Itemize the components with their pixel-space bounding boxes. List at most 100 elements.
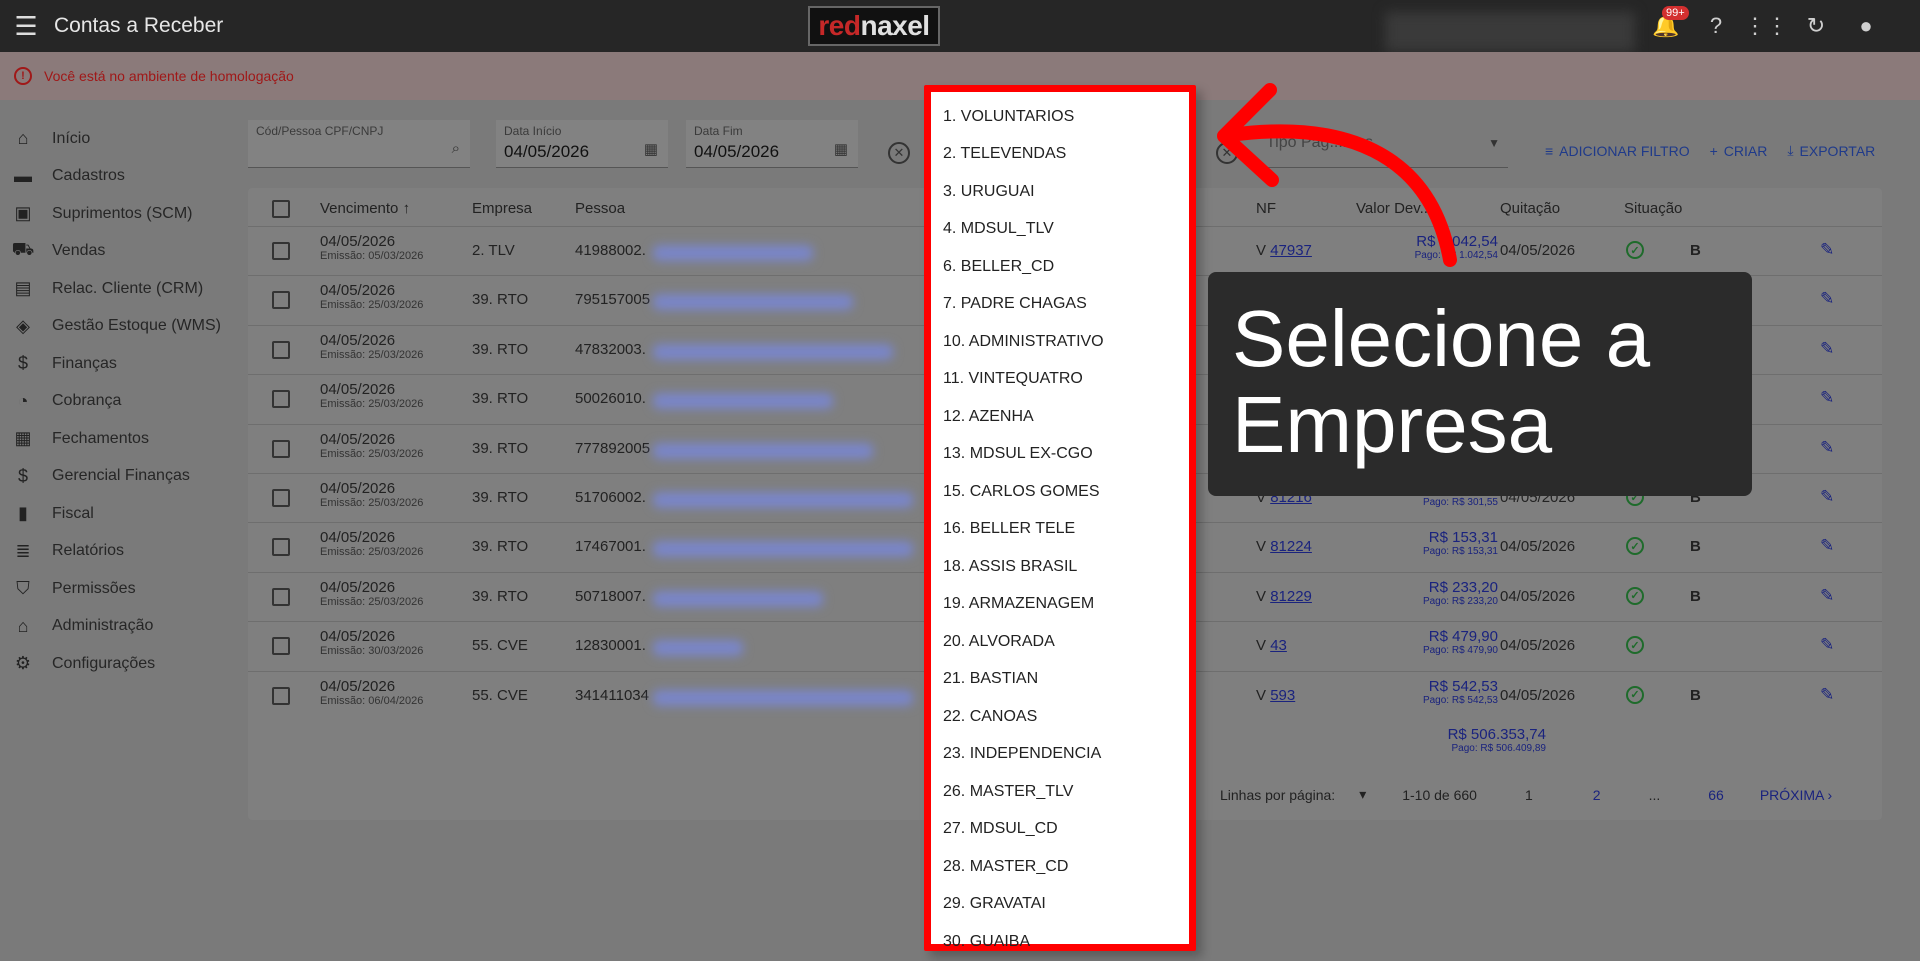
sidebar-item-permissoes[interactable]: ⛉ Permissões — [0, 570, 240, 608]
dropdown-option[interactable]: 10. ADMINISTRATIVO — [931, 323, 1189, 361]
page-1-button[interactable]: 1 — [1525, 787, 1533, 803]
header-empresa[interactable]: Empresa — [472, 200, 532, 217]
sidebar-item-relatorios[interactable]: ≣ Relatórios — [0, 533, 240, 571]
dropdown-option[interactable]: 12. AZENHA — [931, 398, 1189, 436]
row-checkbox[interactable] — [272, 340, 290, 359]
row-checkbox[interactable] — [272, 242, 290, 260]
create-button[interactable]: + CRIAR — [1710, 142, 1768, 159]
sidebar-item-crm[interactable]: ▤ Relac. Cliente (CRM) — [0, 270, 240, 308]
dropdown-option[interactable]: 13. MDSUL EX-CGO — [931, 436, 1189, 474]
edit-icon[interactable]: ✎ — [1820, 289, 1834, 309]
dropdown-option[interactable]: 28. MASTER_CD — [931, 848, 1189, 886]
nf-cell[interactable]: V 81229 — [1256, 588, 1312, 605]
valor-cell: R$ 479,90 Pago: R$ 479,90 — [1422, 628, 1498, 657]
add-filter-button[interactable]: ≡ ADICIONAR FILTRO — [1545, 142, 1690, 159]
dropdown-option[interactable]: 23. INDEPENDENCIA — [931, 736, 1189, 774]
dropdown-option[interactable]: 4. MDSUL_TLV — [931, 211, 1189, 249]
dropdown-option[interactable]: 1. VOLUNTARIOS — [931, 98, 1189, 136]
row-checkbox[interactable] — [272, 439, 290, 458]
hamburger-menu-icon[interactable]: ☰ — [0, 0, 52, 52]
bell-icon[interactable]: 🔔 99+ — [1652, 6, 1689, 40]
sidebar-item-financas[interactable]: $ Finanças — [0, 345, 240, 383]
dropdown-option[interactable]: 27. MDSUL_CD — [931, 811, 1189, 849]
row-checkbox[interactable] — [272, 637, 290, 656]
edit-icon[interactable]: ✎ — [1820, 685, 1834, 705]
next-page-button[interactable]: PRÓXIMA › — [1760, 787, 1832, 803]
edit-icon[interactable]: ✎ — [1820, 586, 1834, 606]
search-icon[interactable]: ⌕ — [452, 140, 460, 157]
header-situacao[interactable]: Situação — [1624, 200, 1682, 217]
sidebar-item-wms[interactable]: ◈ Gestão Estoque (WMS) — [0, 308, 240, 346]
nf-cell[interactable]: V 81224 — [1256, 538, 1312, 555]
nf-link[interactable]: 81224 — [1270, 538, 1312, 555]
sidebar-item-fechamentos[interactable]: ▦ Fechamentos — [0, 420, 240, 458]
dropdown-option[interactable]: 7. PADRE CHAGAS — [931, 286, 1189, 324]
data-inicio-field[interactable]: Data Início 04/05/2026 ▦ — [496, 120, 668, 168]
page-last-button[interactable]: 66 — [1708, 787, 1724, 803]
report-icon: ≣ — [15, 540, 31, 561]
dropdown-option[interactable]: 2. TELEVENDAS — [931, 136, 1189, 174]
alert-icon: ! — [14, 67, 32, 85]
dropdown-option[interactable]: 16. BELLER TELE — [931, 511, 1189, 549]
dropdown-option[interactable]: 20. ALVORADA — [931, 623, 1189, 661]
edit-icon[interactable]: ✎ — [1820, 388, 1834, 408]
apps-grid-icon[interactable]: ⋮⋮ — [1744, 12, 1788, 40]
sidebar-item-vendas[interactable]: ⛟ Vendas — [0, 233, 240, 271]
nf-cell[interactable]: V 593 — [1256, 687, 1295, 704]
calendar-icon[interactable]: ▦ — [644, 140, 658, 158]
page-2-button[interactable]: 2 — [1593, 787, 1601, 803]
edit-icon[interactable]: ✎ — [1820, 487, 1834, 507]
header-pessoa[interactable]: Pessoa — [575, 200, 625, 217]
dropdown-option[interactable]: 30. GUAIBA — [931, 923, 1189, 961]
nf-link[interactable]: 43 — [1270, 637, 1287, 654]
dropdown-option[interactable]: 22. CANOAS — [931, 698, 1189, 736]
calendar-icon[interactable]: ▦ — [834, 140, 848, 158]
row-checkbox[interactable] — [272, 538, 290, 557]
account-icon[interactable]: ● — [1852, 12, 1880, 40]
row-checkbox[interactable] — [272, 686, 290, 705]
dropdown-option[interactable]: 6. BELLER_CD — [931, 248, 1189, 286]
pessoa-cell: 47832003. — [575, 340, 646, 358]
sidebar-item-inicio[interactable]: ⌂ Início — [0, 120, 240, 158]
book-icon: ▮ — [18, 503, 28, 524]
nf-cell[interactable]: V 43 — [1256, 637, 1287, 654]
row-checkbox[interactable] — [272, 390, 290, 409]
dropdown-option[interactable]: 21. BASTIAN — [931, 661, 1189, 699]
select-all-checkbox[interactable] — [272, 200, 290, 218]
empresa-dropdown-list[interactable]: 1. VOLUNTARIOS 2. TELEVENDAS 3. URUGUAI 4. … — [924, 85, 1196, 951]
dropdown-option[interactable]: 15. CARLOS GOMES — [931, 473, 1189, 511]
edit-icon[interactable]: ✎ — [1820, 635, 1834, 655]
sidebar-item-gerencial-financas[interactable]: $ Gerencial Finanças — [0, 458, 240, 496]
row-checkbox[interactable] — [272, 291, 290, 310]
dropdown-option[interactable]: 18. ASSIS BRASIL — [931, 548, 1189, 586]
edit-icon[interactable]: ✎ — [1820, 240, 1834, 260]
header-vencimento[interactable]: Vencimento ↑ — [320, 200, 410, 217]
pessoa-search-field[interactable]: Cód/Pessoa CPF/CNPJ ⌕ — [248, 120, 470, 168]
header-quitacao[interactable]: Quitação — [1500, 200, 1560, 217]
data-fim-field[interactable]: Data Fim 04/05/2026 ▦ — [686, 120, 858, 168]
dropdown-option[interactable]: 19. ARMAZENAGEM — [931, 586, 1189, 624]
sidebar-item-cadastros[interactable]: ▬ Cadastros — [0, 158, 240, 196]
dropdown-option[interactable]: 11. VINTEQUATRO — [931, 361, 1189, 399]
edit-icon[interactable]: ✎ — [1820, 339, 1834, 359]
nf-link[interactable]: 593 — [1270, 687, 1295, 704]
help-icon[interactable]: ? — [1702, 12, 1730, 40]
export-button[interactable]: ⤓ EXPORTAR — [1787, 142, 1875, 159]
refresh-icon[interactable]: ↻ — [1802, 12, 1830, 40]
sidebar-item-configuracoes[interactable]: ⚙ Configurações — [0, 645, 240, 683]
sidebar-item-fiscal[interactable]: ▮ Fiscal — [0, 495, 240, 533]
dropdown-option[interactable]: 29. GRAVATAI — [931, 886, 1189, 924]
edit-icon[interactable]: ✎ — [1820, 536, 1834, 556]
row-checkbox[interactable] — [272, 489, 290, 507]
row-checkbox[interactable] — [272, 587, 290, 606]
sidebar-item-suprimentos[interactable]: ▣ Suprimentos (SCM) — [0, 195, 240, 233]
edit-icon[interactable]: ✎ — [1820, 438, 1834, 458]
sidebar-item-administracao[interactable]: ⌂ Administração — [0, 608, 240, 646]
nf-link[interactable]: 81229 — [1270, 588, 1312, 605]
rows-per-page-select[interactable]: ▾ — [1359, 786, 1366, 803]
dropdown-option[interactable]: 26. MASTER_TLV — [931, 773, 1189, 811]
clear-dates-icon[interactable]: ✕ — [888, 142, 910, 164]
dropdown-option[interactable]: 3. URUGUAI — [931, 173, 1189, 211]
b-flag: B — [1690, 587, 1701, 605]
sidebar-item-cobranca[interactable]: ◔ Cobrança — [0, 383, 240, 421]
